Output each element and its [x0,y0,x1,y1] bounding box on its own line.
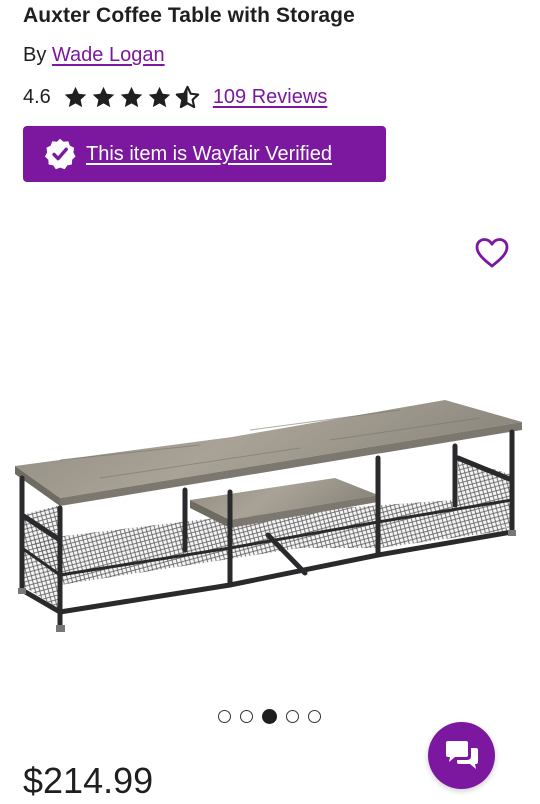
rating-row: 4.6 109 Reviews [23,84,327,110]
star-icon [148,86,171,107]
star-icon [92,86,115,107]
wayfair-verified-button[interactable]: This item is Wayfair Verified [23,126,386,182]
heart-outline-icon[interactable] [474,235,510,271]
rating-value: 4.6 [23,85,51,108]
carousel-dot[interactable] [240,710,253,723]
image-carousel-dots [218,709,321,724]
brand-link[interactable]: Wade Logan [52,44,165,66]
chat-button[interactable] [428,722,495,789]
byline: By Wade Logan [23,44,165,67]
by-prefix: By [23,44,47,66]
verified-check-badge-icon [44,138,76,170]
carousel-dot[interactable] [218,710,231,723]
chat-bubbles-icon [445,740,478,769]
reviews-link[interactable]: 109 Reviews [213,86,328,109]
star-icon [64,86,87,107]
carousel-dot[interactable] [286,710,299,723]
carousel-dot[interactable] [308,710,321,723]
product-title: Auxter Coffee Table with Storage [23,4,355,27]
carousel-dot-active[interactable] [262,709,277,724]
product-image[interactable] [0,210,540,700]
star-rating [63,85,200,110]
star-half-icon [175,85,200,108]
product-price: $214.99 [23,760,154,801]
verified-label: This item is Wayfair Verified [86,142,332,165]
star-icon [120,86,143,107]
